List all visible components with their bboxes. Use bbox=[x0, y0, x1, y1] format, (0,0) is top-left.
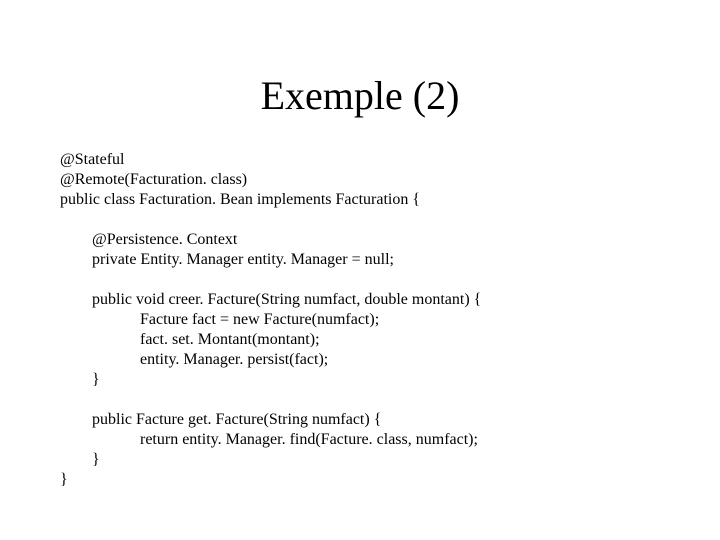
code-line: private Entity. Manager entity. Manager … bbox=[60, 251, 394, 268]
code-line: @Persistence. Context bbox=[60, 231, 237, 248]
code-line: @Stateful bbox=[60, 151, 125, 168]
code-line: return entity. Manager. find(Facture. cl… bbox=[60, 431, 478, 448]
code-line: } bbox=[60, 451, 100, 468]
code-line: } bbox=[60, 371, 100, 388]
slide: Exemple (2) @Stateful @Remote(Facturatio… bbox=[0, 0, 720, 540]
code-block: @Stateful @Remote(Facturation. class) pu… bbox=[60, 150, 660, 490]
code-line: } bbox=[60, 471, 68, 488]
code-line: public Facture get. Facture(String numfa… bbox=[60, 411, 381, 428]
code-line: public class Facturation. Bean implement… bbox=[60, 191, 420, 208]
code-line: fact. set. Montant(montant); bbox=[60, 331, 320, 348]
page-title: Exemple (2) bbox=[0, 72, 720, 119]
code-line: Facture fact = new Facture(numfact); bbox=[60, 311, 379, 328]
code-line: @Remote(Facturation. class) bbox=[60, 171, 247, 188]
code-line: entity. Manager. persist(fact); bbox=[60, 351, 328, 368]
code-line: public void creer. Facture(String numfac… bbox=[60, 291, 481, 308]
